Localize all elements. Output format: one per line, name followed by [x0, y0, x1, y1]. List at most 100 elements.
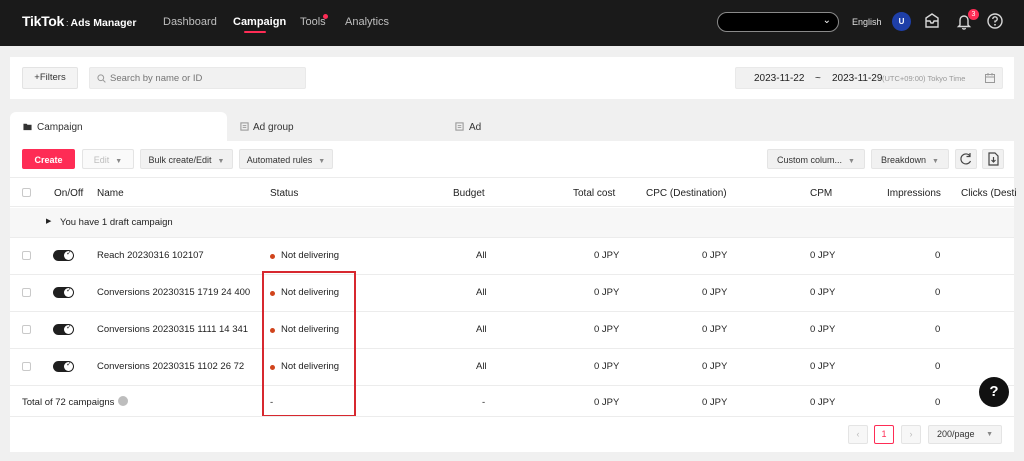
impressions-cell: 0: [935, 324, 941, 335]
tab-ad[interactable]: Ad: [447, 112, 667, 141]
cpc-cell: 0 JPY: [702, 287, 728, 298]
account-selector[interactable]: ⌄: [717, 12, 839, 32]
status-text: Not delivering: [281, 250, 340, 261]
tab-ad-group-label: Ad group: [253, 122, 294, 133]
brand-separator: :: [66, 18, 69, 28]
tab-campaign[interactable]: Campaign: [10, 112, 227, 141]
column-header-total-cost[interactable]: Total cost: [573, 188, 615, 199]
automated-rules-button[interactable]: Automated rules ▼: [239, 149, 333, 169]
info-icon[interactable]: [118, 396, 128, 406]
campaign-table-area: Create Edit ▼ Bulk create/Edit ▼ Automated…: [10, 141, 1017, 452]
next-page-button[interactable]: ›: [901, 425, 921, 444]
user-avatar[interactable]: U: [892, 12, 911, 31]
date-end[interactable]: 2023-11-29: [832, 73, 882, 84]
date-range-picker[interactable]: 2023-11-22 ~ 2023-11-29 (UTC+09:00) Toky…: [735, 67, 1003, 89]
folder-icon: [23, 123, 32, 131]
chevron-down-icon: ▼: [986, 431, 993, 438]
column-header-status[interactable]: Status: [270, 188, 298, 199]
total-budget: -: [482, 397, 486, 408]
tab-ad-label: Ad: [469, 122, 482, 133]
table-row[interactable]: ✓ Conversions 20230315 1102 26 72 Not de…: [10, 349, 1014, 386]
chevron-down-icon: ▼: [848, 158, 855, 165]
export-button[interactable]: [982, 149, 1004, 169]
column-header-clicks[interactable]: Clicks (Desti: [961, 188, 1017, 199]
on-off-toggle[interactable]: ✓: [53, 287, 74, 298]
check-icon: ✓: [66, 287, 72, 294]
column-header-cpm[interactable]: CPM: [810, 188, 832, 199]
table-header: On/Off Name Status Budget Total cost CPC…: [10, 177, 1017, 207]
notification-count-badge: 3: [968, 9, 979, 20]
impressions-cell: 0: [935, 361, 941, 372]
level-tabs: Campaign Ad group Ad: [10, 112, 1014, 141]
total-cost-sum: 0 JPY: [594, 397, 620, 408]
table-row[interactable]: ✓ Conversions 20230315 1111 14 341 Not d…: [10, 312, 1014, 349]
calendar-icon: [985, 73, 995, 83]
help-circle-icon[interactable]: [986, 12, 1004, 30]
cpm-cell: 0 JPY: [810, 287, 836, 298]
top-navigation-bar: TikTok : Ads Manager Dashboard Campaign …: [0, 0, 1024, 46]
cpm-cell: 0 JPY: [810, 361, 836, 372]
chevron-down-icon: ▼: [932, 158, 939, 165]
column-header-impressions[interactable]: Impressions: [887, 188, 941, 199]
edit-label: Edit: [93, 155, 110, 165]
impressions-cell: 0: [935, 250, 941, 261]
date-start[interactable]: 2023-11-22: [754, 73, 804, 84]
custom-columns-label: Custom colum...: [777, 155, 843, 165]
total-cost-cell: 0 JPY: [594, 287, 620, 298]
on-off-toggle[interactable]: ✓: [53, 250, 74, 261]
select-all-checkbox[interactable]: [22, 188, 31, 197]
campaign-name-link[interactable]: Conversions 20230315 1102 26 72: [97, 361, 244, 372]
check-icon: ✓: [66, 250, 72, 257]
on-off-toggle[interactable]: ✓: [53, 324, 74, 335]
inbox-icon[interactable]: [923, 12, 941, 30]
caret-right-icon[interactable]: ▶: [46, 217, 51, 225]
row-checkbox[interactable]: [22, 325, 31, 334]
row-checkbox[interactable]: [22, 251, 31, 260]
brand-name: TikTok: [22, 13, 65, 29]
row-checkbox[interactable]: [22, 362, 31, 371]
total-cpm: 0 JPY: [810, 397, 836, 408]
table-row[interactable]: ✓ Reach 20230316 102107 Not delivering A…: [10, 238, 1014, 275]
total-impressions: 0: [935, 397, 941, 408]
create-button[interactable]: Create: [22, 149, 75, 169]
ad-group-icon: [240, 122, 249, 131]
nav-analytics[interactable]: Analytics: [345, 16, 389, 28]
campaign-name-link[interactable]: Reach 20230316 102107: [97, 250, 204, 261]
draft-campaign-row[interactable]: ▶ You have 1 draft campaign: [10, 208, 1014, 238]
on-off-toggle[interactable]: ✓: [53, 361, 74, 372]
page-size-select[interactable]: 200/page ▼: [928, 425, 1002, 444]
timezone-label: (UTC+09:00) Tokyo Time: [882, 74, 966, 83]
impressions-cell: 0: [935, 287, 941, 298]
nav-dashboard[interactable]: Dashboard: [163, 16, 217, 28]
nav-campaign[interactable]: Campaign: [233, 16, 286, 28]
filters-button[interactable]: +Filters: [22, 67, 78, 89]
campaign-name-link[interactable]: Conversions 20230315 1719 24 400: [97, 287, 250, 298]
chevron-down-icon: ▼: [318, 158, 326, 165]
filter-bar: +Filters 2023-11-22 ~ 2023-11-29 (UTC+09…: [10, 57, 1014, 99]
language-selector[interactable]: English: [852, 17, 882, 27]
row-checkbox[interactable]: [22, 288, 31, 297]
campaign-name-link[interactable]: Conversions 20230315 1111 14 341: [97, 324, 248, 335]
column-header-cpc[interactable]: CPC (Destination): [646, 188, 727, 199]
refresh-button[interactable]: [955, 149, 977, 169]
budget-cell: All: [476, 361, 487, 372]
table-row[interactable]: ✓ Conversions 20230315 1719 24 400 Not d…: [10, 275, 1014, 312]
breakdown-button[interactable]: Breakdown ▼: [871, 149, 949, 169]
bulk-create-edit-button[interactable]: Bulk create/Edit ▼: [140, 149, 233, 169]
column-header-name[interactable]: Name: [97, 188, 124, 199]
edit-button[interactable]: Edit ▼: [82, 149, 134, 169]
tab-ad-group[interactable]: Ad group: [227, 112, 447, 141]
export-file-icon: [988, 152, 999, 166]
tiktok-ads-manager-logo[interactable]: TikTok : Ads Manager: [22, 13, 136, 29]
custom-columns-button[interactable]: Custom colum... ▼: [767, 149, 865, 169]
help-button[interactable]: ?: [979, 377, 1009, 407]
page-number-button[interactable]: 1: [874, 425, 894, 444]
cpc-cell: 0 JPY: [702, 324, 728, 335]
column-header-budget[interactable]: Budget: [453, 188, 485, 199]
nav-tools[interactable]: Tools: [300, 16, 326, 28]
search-input[interactable]: [89, 67, 306, 89]
rules-label: Automated rules: [246, 155, 313, 165]
previous-page-button[interactable]: ‹: [848, 425, 868, 444]
page-size-value: 200/page: [937, 429, 975, 439]
check-icon: ✓: [66, 361, 72, 368]
